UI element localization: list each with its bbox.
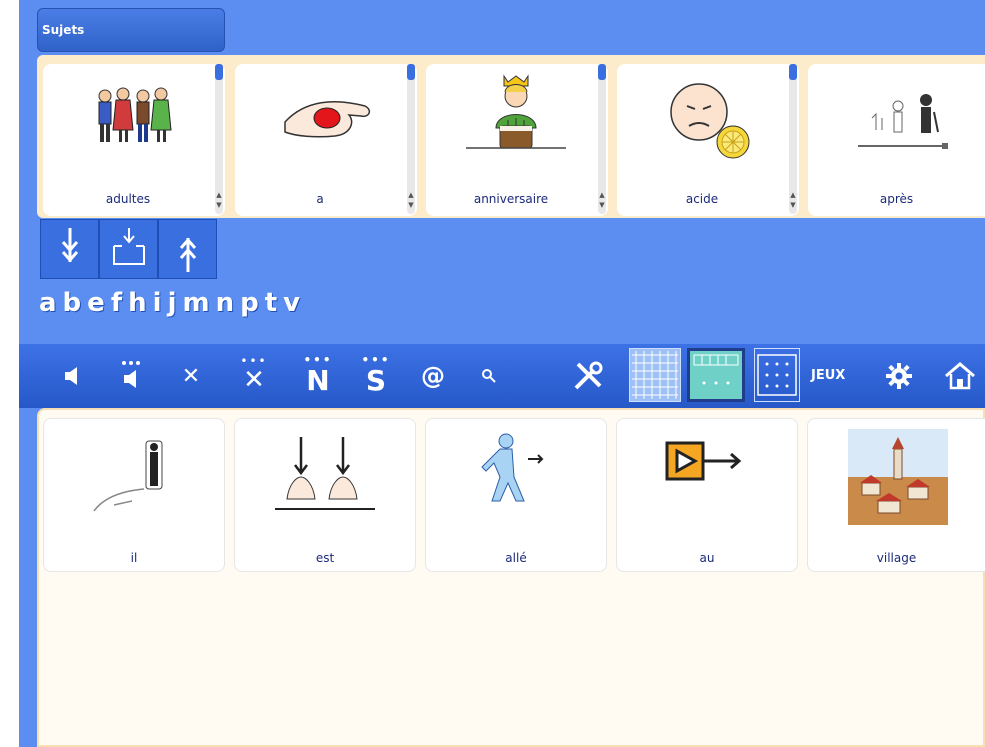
sentence-card-est[interactable]: est (234, 418, 416, 572)
adults-icon (98, 87, 172, 142)
walking-man-icon (481, 433, 544, 502)
card-scrollbar[interactable]: ▲ ▼ (215, 64, 223, 214)
picto-card-anniversaire[interactable]: anniversaire ▲ ▼ (426, 64, 608, 216)
app-window: Sujets adultes ▲ ▼ a ▲ ▼ anniversaire ▲ … (19, 0, 985, 747)
grid-medium-icon (693, 354, 739, 385)
hand-ball-icon (284, 101, 371, 138)
to-arrow-icon (665, 441, 742, 481)
sentence-card-village[interactable]: village (807, 418, 985, 572)
letter-b[interactable]: b (63, 288, 82, 328)
subjects-button[interactable]: Sujets (37, 8, 225, 52)
birthday-cake-icon (466, 74, 566, 149)
home-icon (945, 362, 975, 390)
grid-small-icon (757, 354, 797, 396)
arrow-up-icon (179, 237, 197, 272)
games-button[interactable]: JEUX (811, 368, 845, 383)
letter-j[interactable]: j (168, 288, 177, 328)
sour-lemon-face-icon (670, 83, 750, 159)
at-icon: @ (421, 362, 445, 390)
speaker-icon (65, 367, 77, 385)
picto-card-acide[interactable]: acide ▲ ▼ (617, 64, 799, 216)
grid-large-button[interactable] (629, 348, 681, 402)
is-hands-icon (275, 437, 375, 510)
picto-label: anniversaire (473, 192, 549, 206)
he-pointing-icon (93, 440, 163, 512)
sentence-label: il (130, 551, 138, 565)
grid-large-icon (632, 351, 678, 399)
s-button[interactable]: ••• S (353, 344, 399, 408)
delete-icon: ✕ (181, 363, 201, 389)
letter-h[interactable]: h (128, 288, 147, 328)
delete-all-icon: ✕ (243, 365, 265, 395)
left-margin (0, 0, 19, 747)
speak-button[interactable] (51, 344, 91, 408)
picto-label: acide (685, 192, 719, 206)
sentence-card-alle[interactable]: allé (425, 418, 607, 572)
picto-card-a[interactable]: a ▲ ▼ (235, 64, 417, 216)
speak-all-icon (122, 361, 140, 388)
tools-button[interactable] (565, 344, 611, 408)
s-icon: S (365, 363, 387, 397)
sentence-card-au[interactable]: au (616, 418, 798, 572)
delete-all-button[interactable]: ••• ✕ (231, 344, 277, 408)
letter-n[interactable]: n (216, 288, 235, 328)
letter-v[interactable]: v (283, 288, 300, 328)
sentence-label: village (876, 551, 917, 565)
at-button[interactable]: @ (413, 344, 453, 408)
place-in-box-icon (113, 228, 145, 265)
sentence-label: allé (505, 551, 527, 565)
picto-label: adultes (105, 192, 151, 206)
move-up-button[interactable] (158, 219, 217, 279)
n-icon: N (306, 363, 330, 397)
picto-card-adultes[interactable]: adultes ▲ ▼ (43, 64, 225, 216)
grid-small-button[interactable] (754, 348, 800, 402)
tools-icon (574, 361, 603, 390)
speak-all-button[interactable] (111, 344, 151, 408)
letter-f[interactable]: f (111, 288, 122, 328)
letter-m[interactable]: m (182, 288, 209, 328)
place-button[interactable] (99, 219, 158, 279)
card-scrollbar[interactable]: ▲ ▼ (407, 64, 415, 214)
settings-button[interactable] (885, 362, 913, 394)
letter-a[interactable]: a (39, 288, 57, 328)
card-scrollbar[interactable]: ▲ ▼ (598, 64, 606, 214)
move-down-button[interactable] (40, 219, 99, 279)
home-button[interactable] (943, 360, 977, 396)
letter-i[interactable]: i (153, 288, 162, 328)
letter-p[interactable]: p (240, 288, 259, 328)
letter-e[interactable]: e (87, 288, 105, 328)
grid-medium-button[interactable] (687, 348, 745, 402)
letter-filter-bar: a b e f h i j m n p t v (39, 288, 300, 328)
delete-button[interactable]: ✕ (171, 344, 211, 408)
picto-card-apres[interactable]: après (808, 64, 985, 216)
gear-icon (886, 363, 912, 389)
search-button[interactable] (469, 344, 509, 408)
card-scrollbar[interactable]: ▲ ▼ (789, 64, 797, 214)
picto-label: a (316, 192, 324, 206)
n-button[interactable]: ••• N (295, 344, 341, 408)
after-timeline-icon (858, 94, 948, 149)
sentence-label: au (699, 551, 715, 565)
picto-label: après (879, 192, 914, 206)
village-icon (848, 429, 948, 525)
sentence-card-il[interactable]: il (43, 418, 225, 572)
letter-t[interactable]: t (265, 288, 277, 328)
arrow-down-icon (61, 228, 79, 263)
search-icon (482, 369, 496, 383)
sentence-label: est (315, 551, 335, 565)
